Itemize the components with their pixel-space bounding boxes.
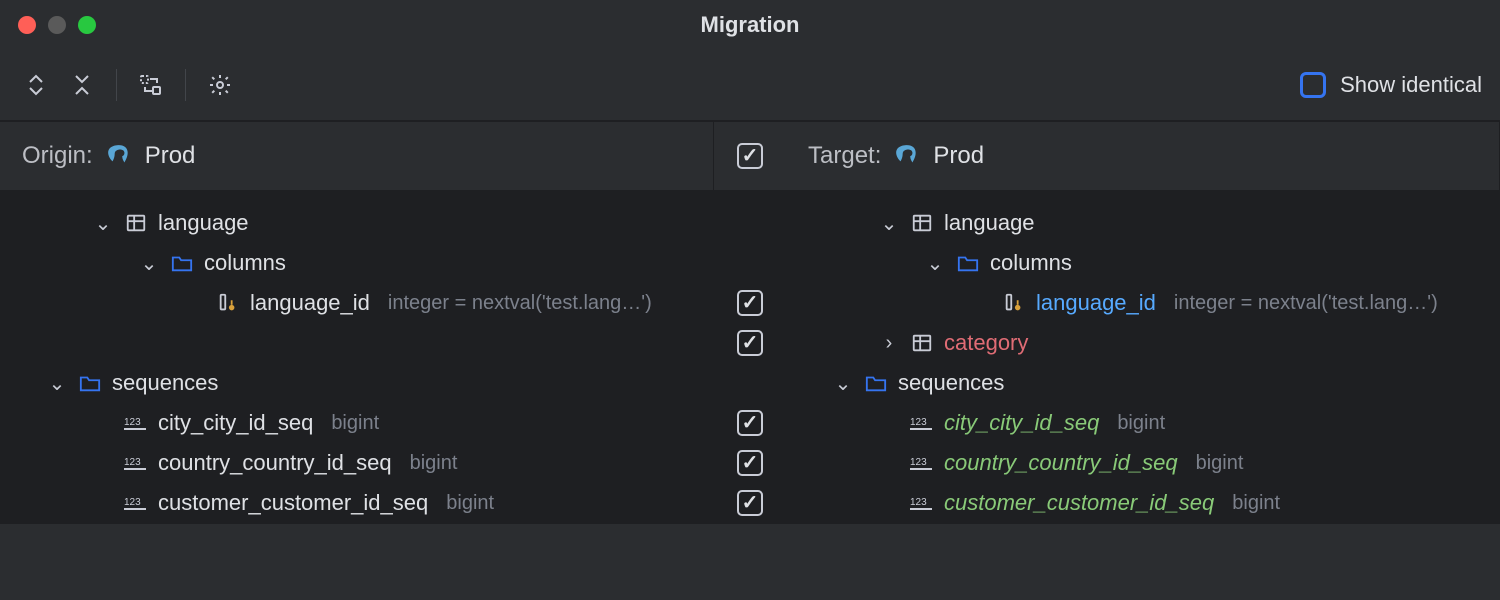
settings-button[interactable]	[202, 67, 238, 103]
folder-label: columns	[204, 250, 286, 276]
folder-icon	[862, 373, 890, 393]
column-type: integer = nextval('test.lang…')	[388, 292, 652, 315]
tree-row-sequence[interactable]: ⌄ 123 city_city_id_seq bigint	[0, 403, 713, 443]
maximize-icon[interactable]	[78, 16, 96, 34]
column-label: language_id	[250, 290, 370, 316]
sequence-type: bigint	[1196, 452, 1244, 475]
table-icon	[122, 212, 150, 234]
tree-row-empty	[0, 323, 713, 363]
svg-text:123: 123	[124, 417, 141, 428]
sequence-icon: 123	[908, 454, 936, 472]
selection-column	[714, 191, 786, 524]
table-label: language	[158, 210, 249, 236]
row-checkbox[interactable]	[737, 410, 763, 436]
chevron-down-icon[interactable]: ⌄	[832, 371, 854, 396]
tree-row-column[interactable]: ⌄ language_id integer = nextval('test.la…	[786, 283, 1499, 323]
origin-db-name: Prod	[145, 142, 196, 170]
sequence-icon: 123	[908, 494, 936, 512]
row-checkbox[interactable]	[737, 450, 763, 476]
sequence-icon: 123	[122, 454, 150, 472]
sequence-label: customer_customer_id_seq	[158, 490, 428, 516]
tree-row-column[interactable]: ⌄ language_id integer = nextval('test.la…	[0, 283, 713, 323]
tree-row-sequence[interactable]: ⌄ 123 country_country_id_seq bigint	[786, 443, 1499, 483]
folder-icon	[168, 253, 196, 273]
column-label: language_id	[1036, 290, 1156, 316]
minimize-icon[interactable]	[48, 16, 66, 34]
window-controls	[18, 16, 96, 34]
chevron-down-icon[interactable]: ⌄	[46, 371, 68, 396]
sequence-label: country_country_id_seq	[944, 450, 1178, 476]
origin-tree: ⌄ language ⌄ columns ⌄ language_id integ…	[0, 191, 714, 524]
chevron-down-icon[interactable]: ⌄	[138, 251, 160, 276]
column-type: integer = nextval('test.lang…')	[1174, 292, 1438, 315]
folder-icon	[76, 373, 104, 393]
chevron-right-icon[interactable]: ›	[878, 332, 900, 355]
table-icon	[908, 332, 936, 354]
postgres-icon	[893, 143, 921, 169]
show-identical-label: Show identical	[1340, 72, 1482, 98]
sequence-icon: 123	[908, 414, 936, 432]
separator	[185, 69, 186, 101]
target-db-name: Prod	[933, 142, 984, 170]
window-title: Migration	[701, 12, 800, 38]
expand-all-button[interactable]	[18, 67, 54, 103]
row-checkbox[interactable]	[737, 290, 763, 316]
close-icon[interactable]	[18, 16, 36, 34]
svg-text:123: 123	[124, 457, 141, 468]
sequence-label: country_country_id_seq	[158, 450, 392, 476]
tree-row-columns-folder[interactable]: ⌄ columns	[0, 243, 713, 283]
tree-row-sequence[interactable]: ⌄ 123 country_country_id_seq bigint	[0, 443, 713, 483]
tree-row-columns-folder[interactable]: ⌄ columns	[786, 243, 1499, 283]
tree-row-sequence[interactable]: ⌄ 123 customer_customer_id_seq bigint	[786, 483, 1499, 523]
tree-row-table[interactable]: ⌄ language	[0, 203, 713, 243]
sequence-label: city_city_id_seq	[944, 410, 1099, 436]
table-icon	[908, 212, 936, 234]
svg-text:123: 123	[910, 497, 927, 508]
key-column-icon	[214, 292, 242, 314]
chevron-down-icon[interactable]: ⌄	[878, 211, 900, 236]
row-checkbox[interactable]	[737, 490, 763, 516]
sequence-type: bigint	[1232, 492, 1280, 515]
svg-text:123: 123	[910, 417, 927, 428]
folder-label: sequences	[898, 370, 1004, 396]
origin-header: Origin: Prod	[0, 121, 714, 191]
folder-icon	[954, 253, 982, 273]
tree-row-sequence[interactable]: ⌄ 123 city_city_id_seq bigint	[786, 403, 1499, 443]
svg-text:123: 123	[910, 457, 927, 468]
sequence-icon: 123	[122, 494, 150, 512]
row-checkbox[interactable]	[737, 330, 763, 356]
tree-row-table[interactable]: › category	[786, 323, 1499, 363]
select-all-checkbox[interactable]	[737, 143, 763, 169]
svg-text:123: 123	[124, 497, 141, 508]
sequence-label: customer_customer_id_seq	[944, 490, 1214, 516]
chevron-down-icon[interactable]: ⌄	[92, 211, 114, 236]
sequence-type: bigint	[331, 412, 379, 435]
folder-label: sequences	[112, 370, 218, 396]
sequence-label: city_city_id_seq	[158, 410, 313, 436]
postgres-icon	[105, 143, 133, 169]
table-label: category	[944, 330, 1028, 356]
tree-row-sequences-folder[interactable]: ⌄ sequences	[0, 363, 713, 403]
separator	[116, 69, 117, 101]
sequence-icon: 123	[122, 414, 150, 432]
sequence-type: bigint	[1117, 412, 1165, 435]
show-identical-checkbox[interactable]	[1300, 72, 1326, 98]
tree-row-table[interactable]: ⌄ language	[786, 203, 1499, 243]
collapse-all-button[interactable]	[64, 67, 100, 103]
table-label: language	[944, 210, 1035, 236]
tree-row-sequences-folder[interactable]: ⌄ sequences	[786, 363, 1499, 403]
target-header: Target: Prod	[786, 121, 1500, 191]
swap-button[interactable]	[133, 67, 169, 103]
sequence-type: bigint	[410, 452, 458, 475]
key-column-icon	[1000, 292, 1028, 314]
target-tree: ⌄ language ⌄ columns ⌄ language_id integ…	[786, 191, 1500, 524]
sequence-type: bigint	[446, 492, 494, 515]
folder-label: columns	[990, 250, 1072, 276]
tree-row-sequence[interactable]: ⌄ 123 customer_customer_id_seq bigint	[0, 483, 713, 523]
origin-label: Origin:	[22, 142, 93, 170]
target-label: Target:	[808, 142, 881, 170]
chevron-down-icon[interactable]: ⌄	[924, 251, 946, 276]
